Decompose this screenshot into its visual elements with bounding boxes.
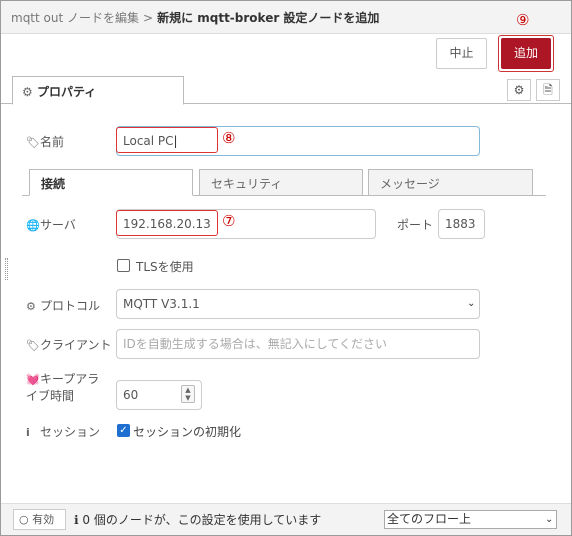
tls-label: TLSを使用 xyxy=(136,260,194,274)
clean-session-checkbox[interactable]: ✓ xyxy=(117,424,130,437)
client-label: 🏷クライアント xyxy=(26,338,112,352)
usage-info: ℹ 0 個のノードが、この設定を使用しています xyxy=(74,513,322,527)
globe-icon: 🌐 xyxy=(26,219,40,232)
annotation-marker-8: ⑧ xyxy=(222,129,236,147)
info-icon: i xyxy=(26,426,30,439)
tab-messages[interactable]: メッセージ xyxy=(368,169,533,196)
resize-handle[interactable] xyxy=(5,258,8,280)
description-tab-button[interactable]: 🗎 xyxy=(536,79,560,101)
annotation-marker-9: ⑨ xyxy=(516,11,530,29)
tag-icon: 🏷 xyxy=(26,136,40,149)
clean-session-label: セッションの初期化 xyxy=(133,425,242,439)
tag-icon: 🏷 xyxy=(26,339,40,352)
gear-icon: ⚙ xyxy=(22,85,33,99)
keepalive-spinner[interactable]: ▲ ▼ xyxy=(181,385,195,403)
name-label: 🏷名前 xyxy=(26,135,65,149)
file-icon: 🗎 xyxy=(543,83,553,97)
protocol-label: ⚙ プロトコル xyxy=(26,299,101,313)
port-input[interactable]: 1883 xyxy=(438,209,485,239)
enable-toggle-button[interactable]: ○ 有効 xyxy=(13,509,66,530)
settings-tab-button[interactable]: ⚙ xyxy=(507,79,531,101)
heartbeat-icon: 💓 xyxy=(26,373,40,386)
server-label: 🌐サーバ xyxy=(26,218,76,232)
tls-checkbox[interactable] xyxy=(117,259,130,272)
add-button[interactable]: 追加 xyxy=(501,38,551,69)
tab-security[interactable]: セキュリティ xyxy=(199,169,363,196)
tab-connection[interactable]: 接続 xyxy=(29,169,193,196)
circle-icon: ○ xyxy=(19,513,29,526)
scope-select[interactable]: 全てのフロー上 xyxy=(384,510,557,529)
server-input-highlight xyxy=(116,210,218,236)
annotation-marker-7: ⑦ xyxy=(222,212,236,230)
port-label: ポート xyxy=(397,218,434,232)
client-id-input[interactable]: IDを自動生成する場合は、無記入にしてください xyxy=(116,329,480,359)
gear-icon: ⚙ xyxy=(26,300,36,313)
info-icon: ℹ xyxy=(74,513,79,527)
tab-properties-label: プロパティ xyxy=(36,85,97,99)
chevron-down-icon: ⌄ xyxy=(545,514,554,525)
chevron-down-icon: ⌄ xyxy=(467,298,476,309)
name-input-highlight xyxy=(116,127,218,153)
protocol-select[interactable]: MQTT V3.1.1 xyxy=(116,289,480,319)
breadcrumb-current: 新規に mqtt-broker 設定ノードを追加 xyxy=(157,11,380,25)
tab-properties[interactable]: ⚙ プロパティ xyxy=(12,76,184,105)
keepalive-label: 💓キープアラ イブ時間 xyxy=(26,372,100,403)
dialog-title: mqtt out ノードを編集 > 新規に mqtt-broker 設定ノードを追加 xyxy=(1,1,571,34)
breadcrumb-parent[interactable]: mqtt out ノードを編集 xyxy=(11,11,139,25)
gear-icon: ⚙ xyxy=(513,83,525,97)
breadcrumb-separator: > xyxy=(143,11,154,25)
session-label: i セッション xyxy=(26,425,101,439)
cancel-button[interactable]: 中止 xyxy=(436,38,487,69)
